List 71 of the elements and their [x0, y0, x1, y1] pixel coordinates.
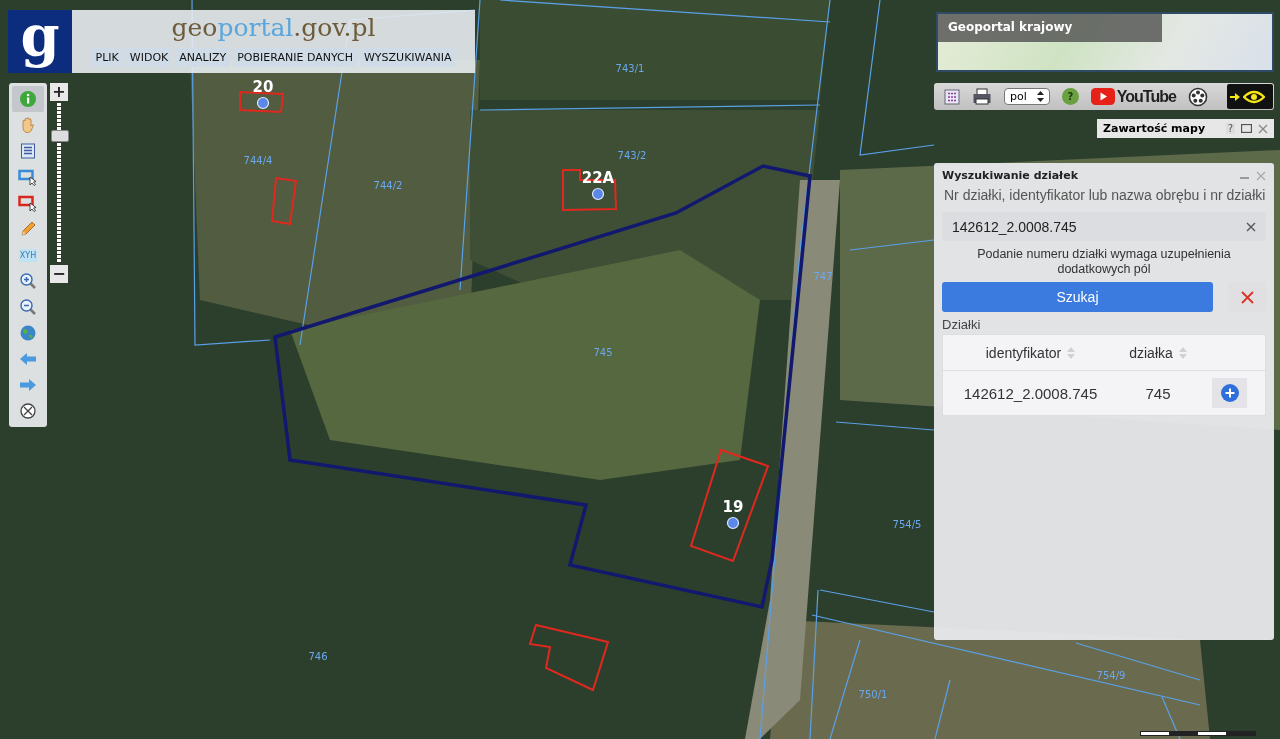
parcel-number: 743/2 [617, 150, 647, 161]
maximize-icon[interactable] [1241, 124, 1252, 133]
results-label: Działki [942, 317, 982, 332]
zoom-out-icon [19, 298, 37, 316]
plus-icon [1220, 384, 1239, 402]
crosshair-icon [19, 402, 37, 420]
parcel-number: 754/5 [892, 519, 922, 530]
parcel-number: 744/4 [243, 155, 273, 166]
close-icon[interactable] [1258, 123, 1268, 134]
table-icon [19, 142, 37, 160]
parcel-number: 743/1 [615, 63, 645, 74]
legend-icon[interactable] [944, 88, 960, 105]
zoom-in-icon [19, 272, 37, 290]
parcel-number: 744/2 [373, 180, 403, 191]
column-header[interactable]: działka [1118, 344, 1198, 361]
panel-title: Zawartość mapy [1103, 122, 1206, 135]
pencil-icon [19, 220, 37, 238]
select-rectangle-icon [18, 194, 38, 212]
menu-item[interactable]: WIDOK [125, 48, 173, 67]
zoom-in-button[interactable]: + [50, 83, 68, 101]
parcel-number: 746 [308, 651, 328, 662]
menu-item[interactable]: WYSZUKIWANIA [360, 48, 456, 67]
back-arrow-icon [19, 352, 37, 366]
panel-title: Wyszukiwanie działek [942, 169, 1078, 182]
sort-icon [1178, 345, 1187, 360]
print-icon[interactable] [972, 87, 992, 106]
parcel-number: 754/9 [1096, 670, 1126, 681]
help-button[interactable]: ? [1061, 88, 1079, 105]
house-number: 20 [252, 78, 274, 96]
field-label: Nr działki, identyfikator lub nazwa obrębu i nr działki [944, 188, 1266, 202]
youtube-link[interactable]: YouTube [1090, 87, 1176, 106]
parcel-number: 750/1 [858, 689, 888, 700]
globe-icon [19, 324, 37, 342]
forward-arrow-icon [19, 378, 37, 392]
help-button[interactable]: ? [1225, 123, 1235, 134]
play-icon [1090, 88, 1115, 105]
table-cell-text: 142612_2.0008.745 [962, 384, 1099, 402]
table-cell-text: 745 [1144, 384, 1172, 402]
info-icon [19, 90, 37, 108]
eye-icon [1243, 89, 1265, 104]
clear-icon[interactable] [1246, 221, 1256, 232]
select-rectangle-icon [18, 168, 38, 186]
overview-map-title: Geoportal krajowy [938, 14, 1163, 42]
language-select[interactable]: pol [1004, 88, 1050, 105]
menu-item[interactable]: POBIERANIE DANYCH [233, 48, 357, 67]
select-arrows-icon [1036, 91, 1044, 102]
coordinates-button[interactable]: XYH [12, 242, 44, 268]
address-point-icon [726, 516, 740, 530]
address-point-icon [256, 96, 270, 110]
film-reel-icon[interactable] [1187, 86, 1208, 107]
parcel-number: 747 [813, 271, 833, 282]
site-name: geoportal.gov.pl [171, 13, 376, 43]
search-field[interactable]: 142612_2.0008.745 [942, 212, 1266, 241]
house-number: 19 [722, 498, 744, 516]
zoom-out-button[interactable]: − [50, 265, 68, 283]
zoom-slider-thumb[interactable] [51, 130, 69, 142]
logo[interactable]: g [8, 10, 72, 73]
search-button[interactable]: Szukaj [942, 282, 1213, 312]
sort-icon [1067, 345, 1076, 360]
add-button[interactable] [1212, 378, 1247, 408]
menu-item[interactable]: ANALIZY [175, 48, 231, 67]
hand-icon [19, 116, 37, 134]
parcel-number: 745 [593, 347, 613, 358]
hint-text: Podanie numeru działki wymaga uzupełnienia dodatkowych pól [976, 247, 1232, 277]
contrast-button[interactable] [1227, 84, 1273, 109]
column-header[interactable]: identyfikator [943, 344, 1118, 361]
address-point-icon [591, 187, 605, 201]
close-icon [1240, 290, 1254, 304]
menu-item[interactable]: PLIK [91, 48, 123, 67]
arrow-icon [1230, 91, 1240, 102]
overview-map[interactable]: Geoportal krajowy [936, 12, 1274, 72]
